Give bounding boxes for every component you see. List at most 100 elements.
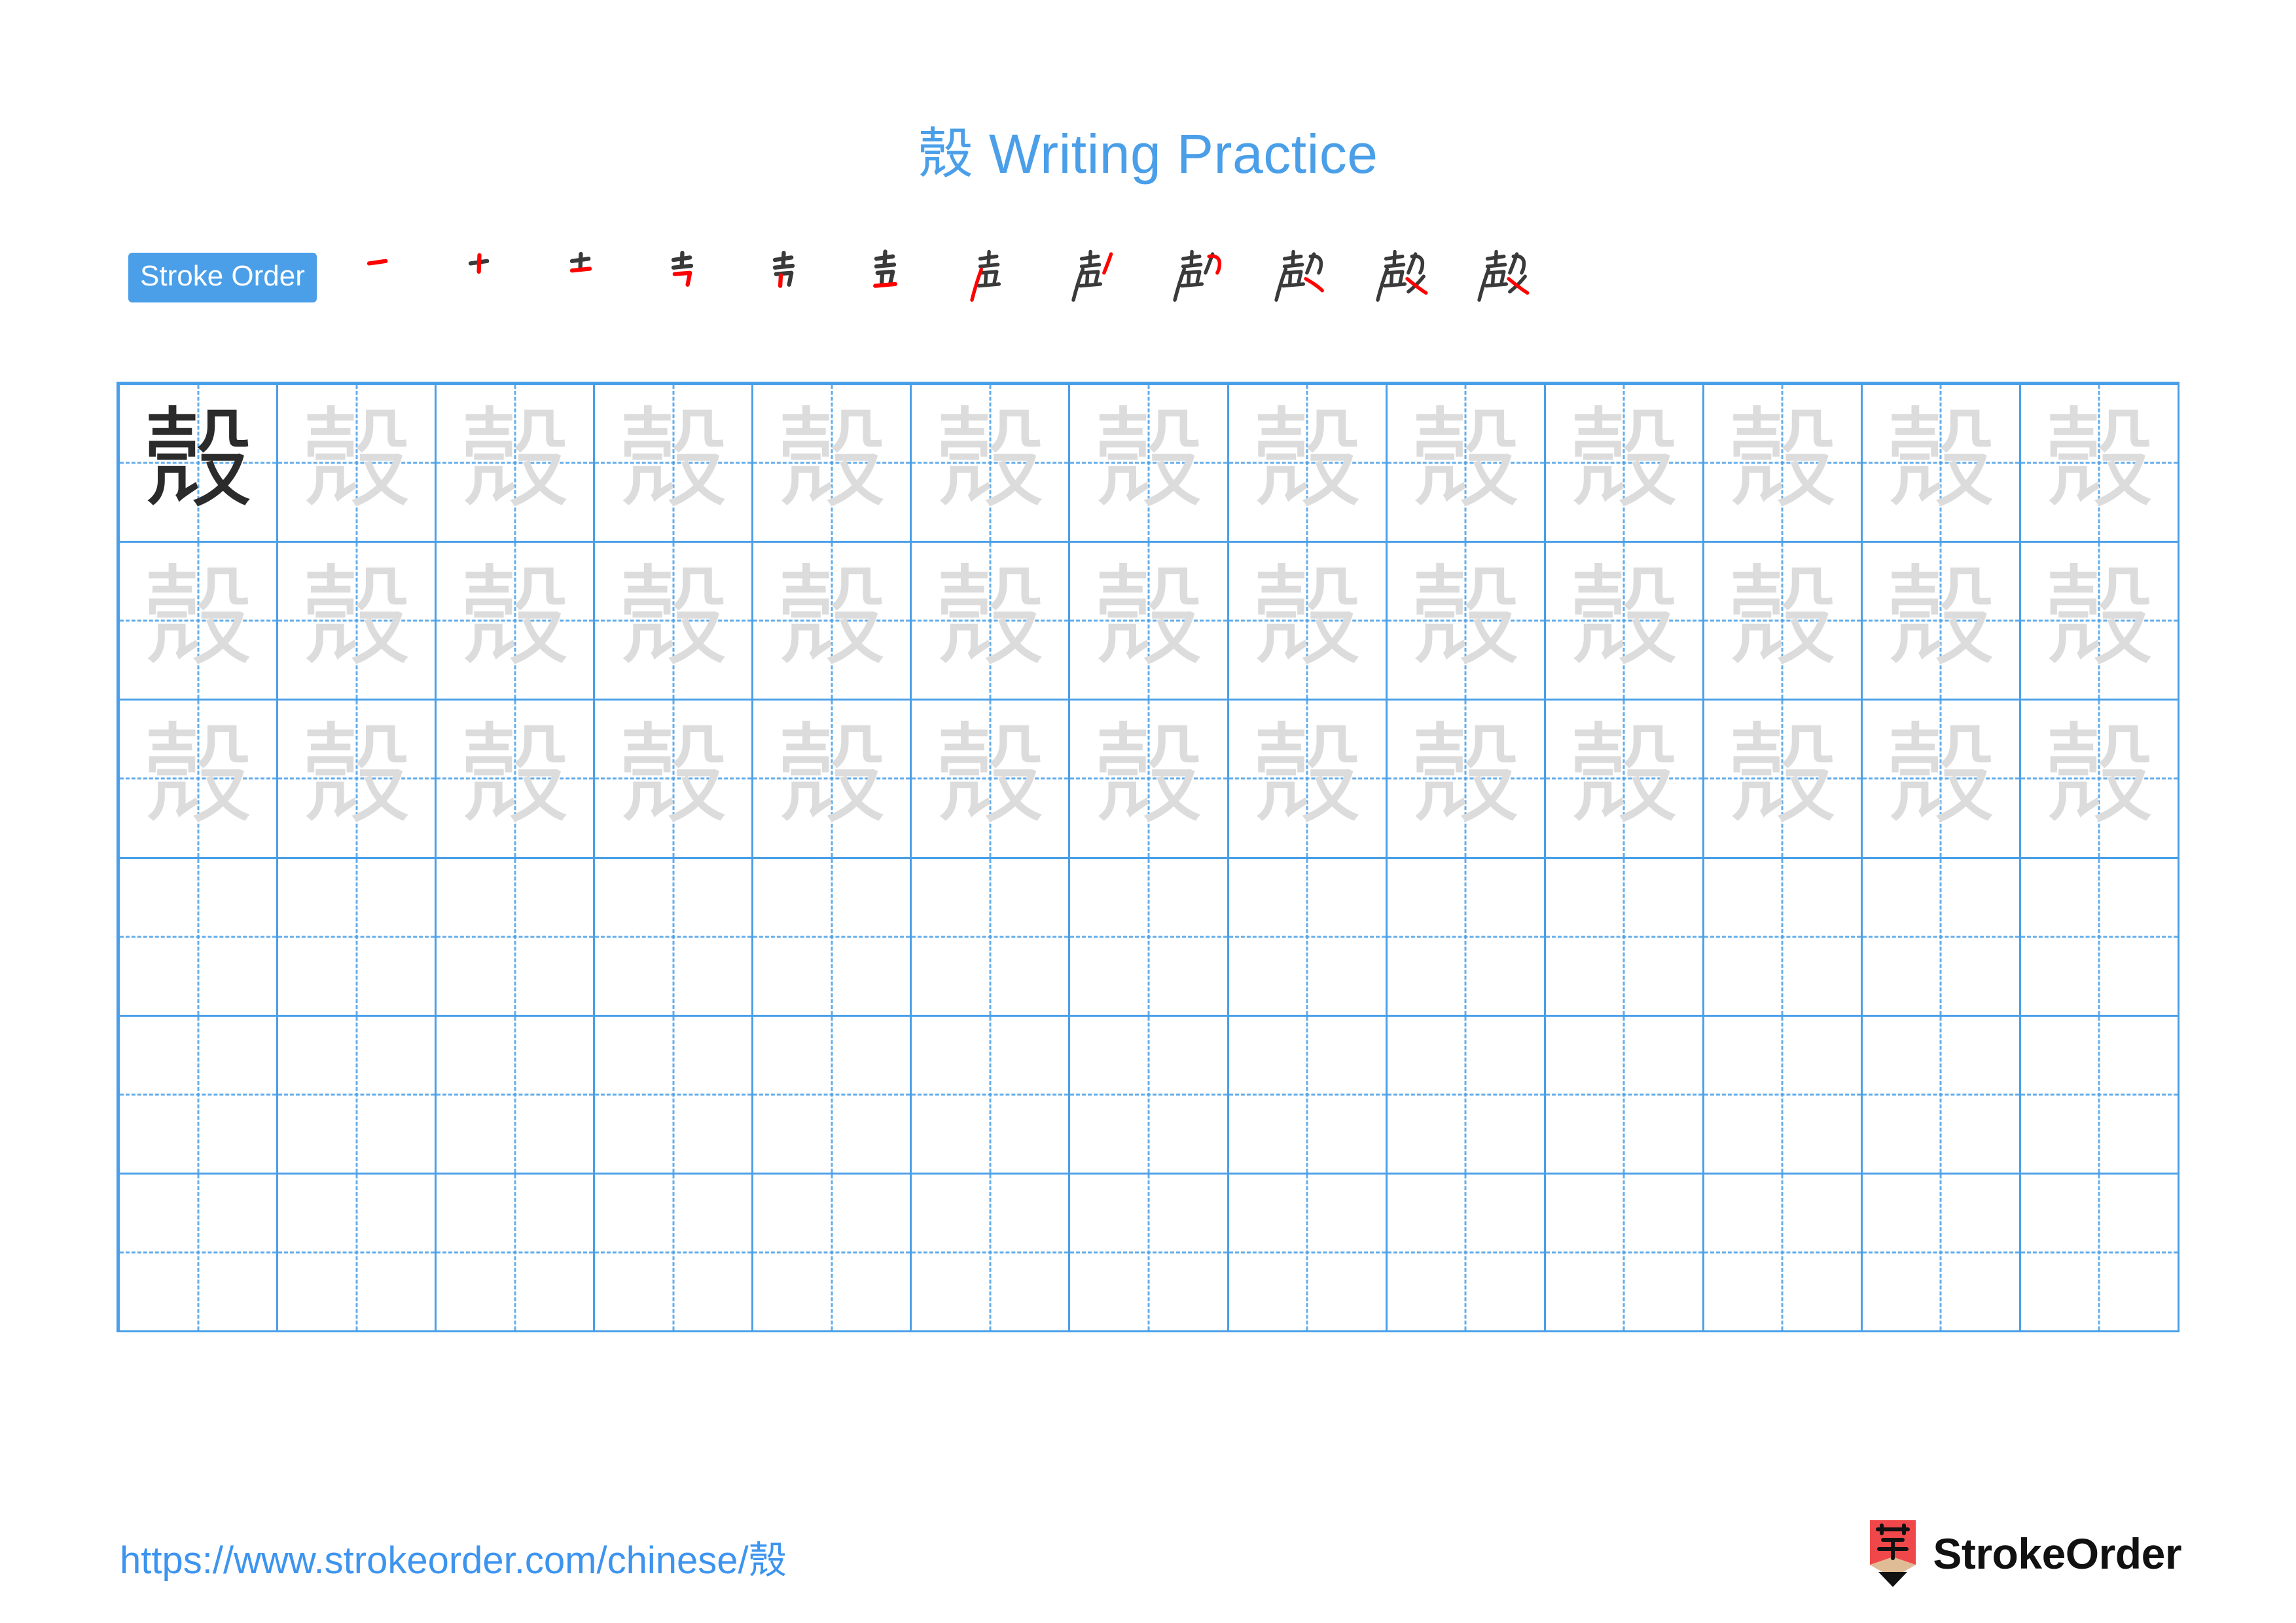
practice-cell[interactable]: 殼 — [1229, 385, 1388, 543]
practice-cell[interactable]: 殼 — [595, 385, 754, 543]
practice-cell[interactable]: 殼 — [278, 701, 437, 859]
stroke-step-1 — [336, 248, 438, 307]
practice-cell[interactable] — [2020, 1016, 2179, 1175]
practice-cell[interactable] — [1704, 858, 1863, 1017]
practice-cell[interactable] — [595, 1016, 754, 1175]
trace-character: 殼 — [776, 556, 887, 680]
practice-cell[interactable]: 殼 — [2020, 385, 2179, 543]
practice-cell[interactable] — [912, 858, 1071, 1017]
practice-cell[interactable]: 殼 — [1862, 543, 2021, 701]
practice-cell[interactable] — [120, 1174, 279, 1332]
trace-character: 殼 — [776, 398, 887, 522]
practice-cell[interactable]: 殼 — [2020, 701, 2179, 859]
trace-character: 殼 — [2044, 556, 2155, 680]
empty-character-slot — [1070, 859, 1227, 1015]
practice-cell[interactable]: 殼 — [120, 543, 279, 701]
practice-cell[interactable]: 殼 — [278, 543, 437, 701]
practice-cell[interactable]: 殼 — [912, 385, 1071, 543]
stroke-step-7-glyph — [970, 249, 1001, 302]
practice-cell[interactable]: 殼 — [278, 385, 437, 543]
practice-cell[interactable]: 殼 — [437, 701, 596, 859]
practice-cell[interactable] — [2020, 858, 2179, 1017]
empty-character-slot — [1229, 1017, 1386, 1173]
practice-cell[interactable] — [1070, 1016, 1229, 1175]
practice-cell[interactable]: 殼 — [1387, 543, 1546, 701]
practice-cell[interactable]: 殼 — [437, 543, 596, 701]
brand-logo[interactable]: StrokeOrder — [1867, 1518, 2181, 1590]
practice-cell[interactable]: 殼 — [1704, 543, 1863, 701]
practice-cell[interactable] — [1545, 1016, 1704, 1175]
empty-character-slot — [120, 859, 276, 1015]
practice-cell[interactable]: 殼 — [1862, 701, 2021, 859]
practice-cell[interactable]: 殼 — [1070, 701, 1229, 859]
trace-character: 殼 — [1252, 714, 1363, 837]
practice-cell[interactable] — [1862, 858, 2021, 1017]
practice-cell[interactable] — [437, 1016, 596, 1175]
practice-cell[interactable] — [1545, 1174, 1704, 1332]
stroke-step-1-glyph — [367, 259, 388, 266]
practice-cell[interactable] — [753, 1174, 912, 1332]
practice-cell[interactable] — [753, 858, 912, 1017]
practice-cell[interactable] — [1229, 858, 1388, 1017]
practice-cell[interactable]: 殼 — [912, 701, 1071, 859]
practice-cell[interactable]: 殼 — [120, 701, 279, 859]
practice-cell[interactable]: 殼 — [595, 701, 754, 859]
practice-cell[interactable]: 殼 — [595, 543, 754, 701]
practice-cell[interactable] — [1229, 1174, 1388, 1332]
trace-character: 殼 — [301, 398, 412, 522]
practice-cell[interactable] — [278, 1016, 437, 1175]
practice-cell[interactable]: 殼 — [1229, 543, 1388, 701]
practice-cell[interactable] — [1387, 858, 1546, 1017]
practice-cell[interactable]: 殼 — [1545, 701, 1704, 859]
practice-cell[interactable]: 殼 — [1070, 543, 1229, 701]
practice-cell[interactable] — [2020, 1174, 2179, 1332]
practice-cell[interactable] — [753, 1016, 912, 1175]
empty-character-slot — [1388, 1017, 1544, 1173]
practice-cell[interactable]: 殼 — [1070, 385, 1229, 543]
trace-character: 殼 — [1886, 556, 1996, 680]
practice-cell[interactable]: 殼 — [2020, 543, 2179, 701]
practice-cell[interactable] — [437, 858, 596, 1017]
practice-cell[interactable]: 殼 — [1704, 701, 1863, 859]
practice-cell[interactable]: 殼 — [753, 701, 912, 859]
practice-cell[interactable] — [1387, 1174, 1546, 1332]
practice-cell[interactable]: 殼 — [1387, 701, 1546, 859]
practice-cell[interactable] — [1545, 858, 1704, 1017]
practice-cell[interactable]: 殼 — [1704, 385, 1863, 543]
practice-cell[interactable] — [1070, 1174, 1229, 1332]
trace-character: 殼 — [1410, 398, 1521, 522]
practice-cell[interactable] — [437, 1174, 596, 1332]
practice-cell[interactable] — [595, 858, 754, 1017]
practice-cell[interactable] — [595, 1174, 754, 1332]
empty-character-slot — [753, 859, 910, 1015]
practice-cell[interactable]: 殼 — [1545, 543, 1704, 701]
practice-cell[interactable]: 殼 — [1545, 385, 1704, 543]
practice-cell[interactable] — [278, 858, 437, 1017]
practice-cell[interactable] — [1704, 1016, 1863, 1175]
practice-cell[interactable]: 殼 — [753, 385, 912, 543]
practice-cell[interactable] — [1070, 858, 1229, 1017]
practice-cell[interactable] — [1229, 1016, 1388, 1175]
practice-cell[interactable]: 殼 — [120, 385, 279, 543]
practice-cell[interactable]: 殼 — [753, 543, 912, 701]
empty-character-slot — [595, 1175, 751, 1330]
practice-cell[interactable] — [1862, 1016, 2021, 1175]
practice-cell[interactable] — [120, 858, 279, 1017]
practice-cell[interactable]: 殼 — [437, 385, 596, 543]
practice-cell[interactable]: 殼 — [1229, 701, 1388, 859]
trace-character: 殼 — [459, 714, 570, 837]
stroke-step-6-glyph — [873, 249, 898, 288]
practice-cell[interactable] — [1704, 1174, 1863, 1332]
practice-cell[interactable] — [278, 1174, 437, 1332]
practice-cell[interactable]: 殼 — [1862, 385, 2021, 543]
practice-cell[interactable] — [912, 1174, 1071, 1332]
empty-character-slot — [278, 1017, 435, 1173]
practice-cell[interactable] — [120, 1016, 279, 1175]
practice-cell[interactable]: 殼 — [912, 543, 1071, 701]
practice-cell[interactable] — [1387, 1016, 1546, 1175]
source-url[interactable]: https://www.strokeorder.com/chinese/殼 — [120, 1529, 787, 1584]
practice-grid: 殼殼殼殼殼殼殼殼殼殼殼殼殼殼殼殼殼殼殼殼殼殼殼殼殼殼殼殼殼殼殼殼殼殼殼殼殼殼殼 — [117, 382, 2179, 1332]
practice-cell[interactable] — [912, 1016, 1071, 1175]
practice-cell[interactable] — [1862, 1174, 2021, 1332]
practice-cell[interactable]: 殼 — [1387, 385, 1546, 543]
